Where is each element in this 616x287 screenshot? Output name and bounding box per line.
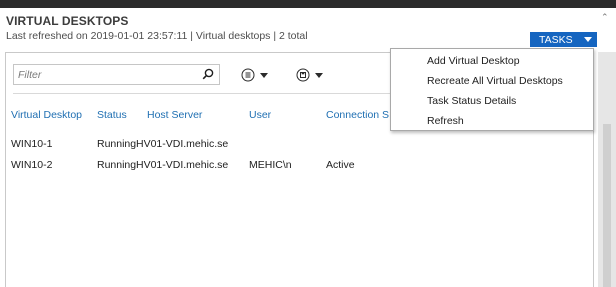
section-title: VIRTUAL DESKTOPS — [6, 14, 129, 28]
cell-virtual-desktop: WIN10-2 — [11, 159, 53, 171]
divider — [13, 93, 393, 94]
chevron-down-icon — [584, 37, 592, 42]
filter-input[interactable] — [14, 65, 198, 84]
list-options-icon — [241, 68, 255, 82]
refresh-status: Last refreshed on 2019-01-01 23:57:11 | … — [6, 30, 308, 42]
window-top-bar — [0, 0, 616, 8]
menu-item-refresh[interactable]: Refresh — [427, 115, 464, 127]
menu-item-task-status-details[interactable]: Task Status Details — [427, 95, 516, 107]
cell-virtual-desktop: WIN10-1 — [11, 138, 53, 150]
column-header-status[interactable]: Status — [97, 109, 127, 124]
cell-status: Running — [97, 159, 137, 171]
list-options-button[interactable] — [241, 67, 268, 83]
column-header-user[interactable]: User — [249, 109, 271, 124]
column-header-host-server[interactable]: Host Server — [147, 109, 202, 124]
scrollbar-thumb[interactable] — [603, 124, 611, 287]
save-options-button[interactable] — [296, 67, 323, 83]
column-header-virtual-desktop[interactable]: Virtual Desktop — [11, 109, 82, 124]
chevron-down-icon — [260, 72, 268, 78]
cell-user: MEHIC\n — [249, 159, 292, 171]
cell-connection-state: Active — [326, 159, 355, 171]
chevron-up-icon[interactable]: ⌃ — [601, 12, 609, 23]
tasks-button[interactable]: TASKS — [530, 32, 597, 47]
tasks-menu: Add Virtual Desktop Recreate All Virtual… — [390, 48, 594, 131]
search-icon[interactable] — [202, 68, 214, 80]
cell-host-server: HV01-VDI.mehic.se — [136, 138, 229, 150]
menu-item-recreate-all[interactable]: Recreate All Virtual Desktops — [427, 75, 563, 87]
filter-box[interactable] — [13, 64, 220, 85]
cell-host-server: HV01-VDI.mehic.se — [136, 159, 229, 171]
cell-status: Running — [97, 138, 137, 150]
chevron-down-icon — [315, 72, 323, 78]
tasks-label: TASKS — [539, 33, 573, 46]
save-icon — [296, 68, 310, 82]
column-header-connection-state[interactable]: Connection S — [326, 109, 389, 124]
menu-item-add-virtual-desktop[interactable]: Add Virtual Desktop — [427, 55, 520, 67]
